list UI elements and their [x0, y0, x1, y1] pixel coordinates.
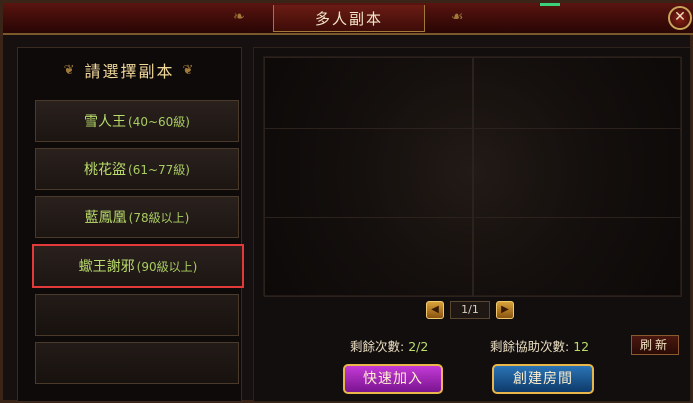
arrow-left-icon: ◀ — [431, 304, 439, 315]
status-indicator — [540, 3, 560, 6]
remaining-label: 剩餘次數: — [350, 339, 405, 354]
ornament-right-icon: ❦ — [182, 62, 196, 78]
instance-item-empty — [35, 342, 239, 384]
quick-join-button[interactable]: 快速加入 — [343, 364, 443, 394]
assist-label: 剩餘協助次數: — [490, 339, 570, 354]
window-title: 多人副本 — [273, 5, 425, 32]
instance-name: 藍鳳凰 — [84, 210, 127, 226]
prev-page-button[interactable]: ◀ — [426, 301, 444, 319]
instance-list-panel: ❦ 請選擇副本 ❦ 雪人王 (40~60級) 桃花盜 (61~77級) 藍鳳凰 … — [17, 47, 244, 402]
instance-window: ❧ 多人副本 ☙ ✕ ❦ 請選擇副本 ❦ 雪人王 (40~60級) 桃花盜 (6… — [0, 0, 693, 403]
assist-value: 12 — [573, 339, 590, 354]
instance-item-empty — [35, 294, 239, 336]
instance-item-scorpion-king[interactable]: 蠍王謝邪 (90級以上) — [32, 244, 244, 288]
instance-level: (61~77級) — [128, 162, 190, 177]
title-ornament-left-icon: ❧ — [233, 9, 245, 25]
remaining-value: 2/2 — [408, 339, 429, 354]
instance-preview-image — [263, 56, 682, 297]
assist-count: 剩餘協助次數: 12 — [490, 336, 589, 355]
next-page-button[interactable]: ▶ — [496, 301, 514, 319]
instance-list-header: ❦ 請選擇副本 ❦ — [18, 48, 241, 92]
instance-name: 雪人王 — [84, 114, 127, 130]
refresh-button[interactable]: 刷新 — [631, 335, 679, 355]
title-bar: ❧ 多人副本 ☙ ✕ — [3, 3, 693, 35]
close-button[interactable]: ✕ — [668, 6, 692, 30]
page-indicator: 1/1 — [450, 301, 490, 319]
remaining-count: 剩餘次數: 2/2 — [350, 336, 428, 355]
ornament-left-icon: ❦ — [63, 62, 77, 78]
arrow-right-icon: ▶ — [501, 304, 509, 315]
instance-list-title: 請選擇副本 — [84, 62, 175, 81]
instance-level: (90級以上) — [136, 259, 198, 274]
title-ornament-right-icon: ☙ — [451, 9, 464, 25]
close-icon: ✕ — [674, 9, 686, 25]
instance-detail-panel: ◀ 1/1 ▶ 剩餘次數: 2/2 剩餘協助次數: 12 刷新 快速加入 創建房… — [253, 47, 691, 402]
pager: ◀ 1/1 ▶ — [426, 300, 514, 320]
preview-pane — [264, 217, 682, 297]
instance-level: (40~60級) — [128, 114, 190, 129]
instance-level: (78級以上) — [128, 210, 190, 225]
instance-name: 桃花盜 — [84, 162, 127, 178]
instance-item-peach-bandit[interactable]: 桃花盜 (61~77級) — [35, 148, 239, 190]
instance-item-snowman-king[interactable]: 雪人王 (40~60級) — [35, 100, 239, 142]
create-room-button[interactable]: 創建房間 — [492, 364, 594, 394]
instance-name: 蠍王謝邪 — [78, 259, 135, 275]
preview-pane — [264, 57, 682, 129]
instance-item-blue-phoenix[interactable]: 藍鳳凰 (78級以上) — [35, 196, 239, 238]
